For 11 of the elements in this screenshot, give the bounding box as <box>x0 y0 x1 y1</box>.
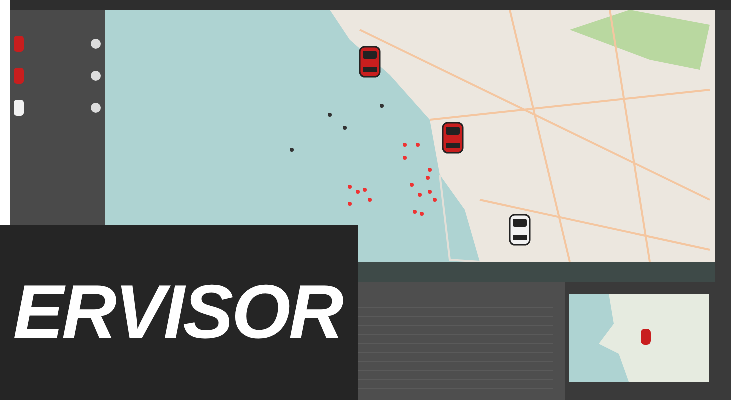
vehicle-list-item[interactable] <box>14 66 101 86</box>
add-icon[interactable] <box>91 103 101 113</box>
vehicle-list-item[interactable] <box>14 34 101 54</box>
add-icon[interactable] <box>91 71 101 81</box>
bus-icon[interactable] <box>359 46 381 78</box>
banner-title: ERVISOR <box>13 268 342 356</box>
add-icon[interactable] <box>91 39 101 49</box>
map-view[interactable] <box>105 10 715 262</box>
vehicle-list-item[interactable] <box>14 98 101 118</box>
bus-icon[interactable] <box>509 214 531 246</box>
bus-icon[interactable] <box>442 122 464 154</box>
